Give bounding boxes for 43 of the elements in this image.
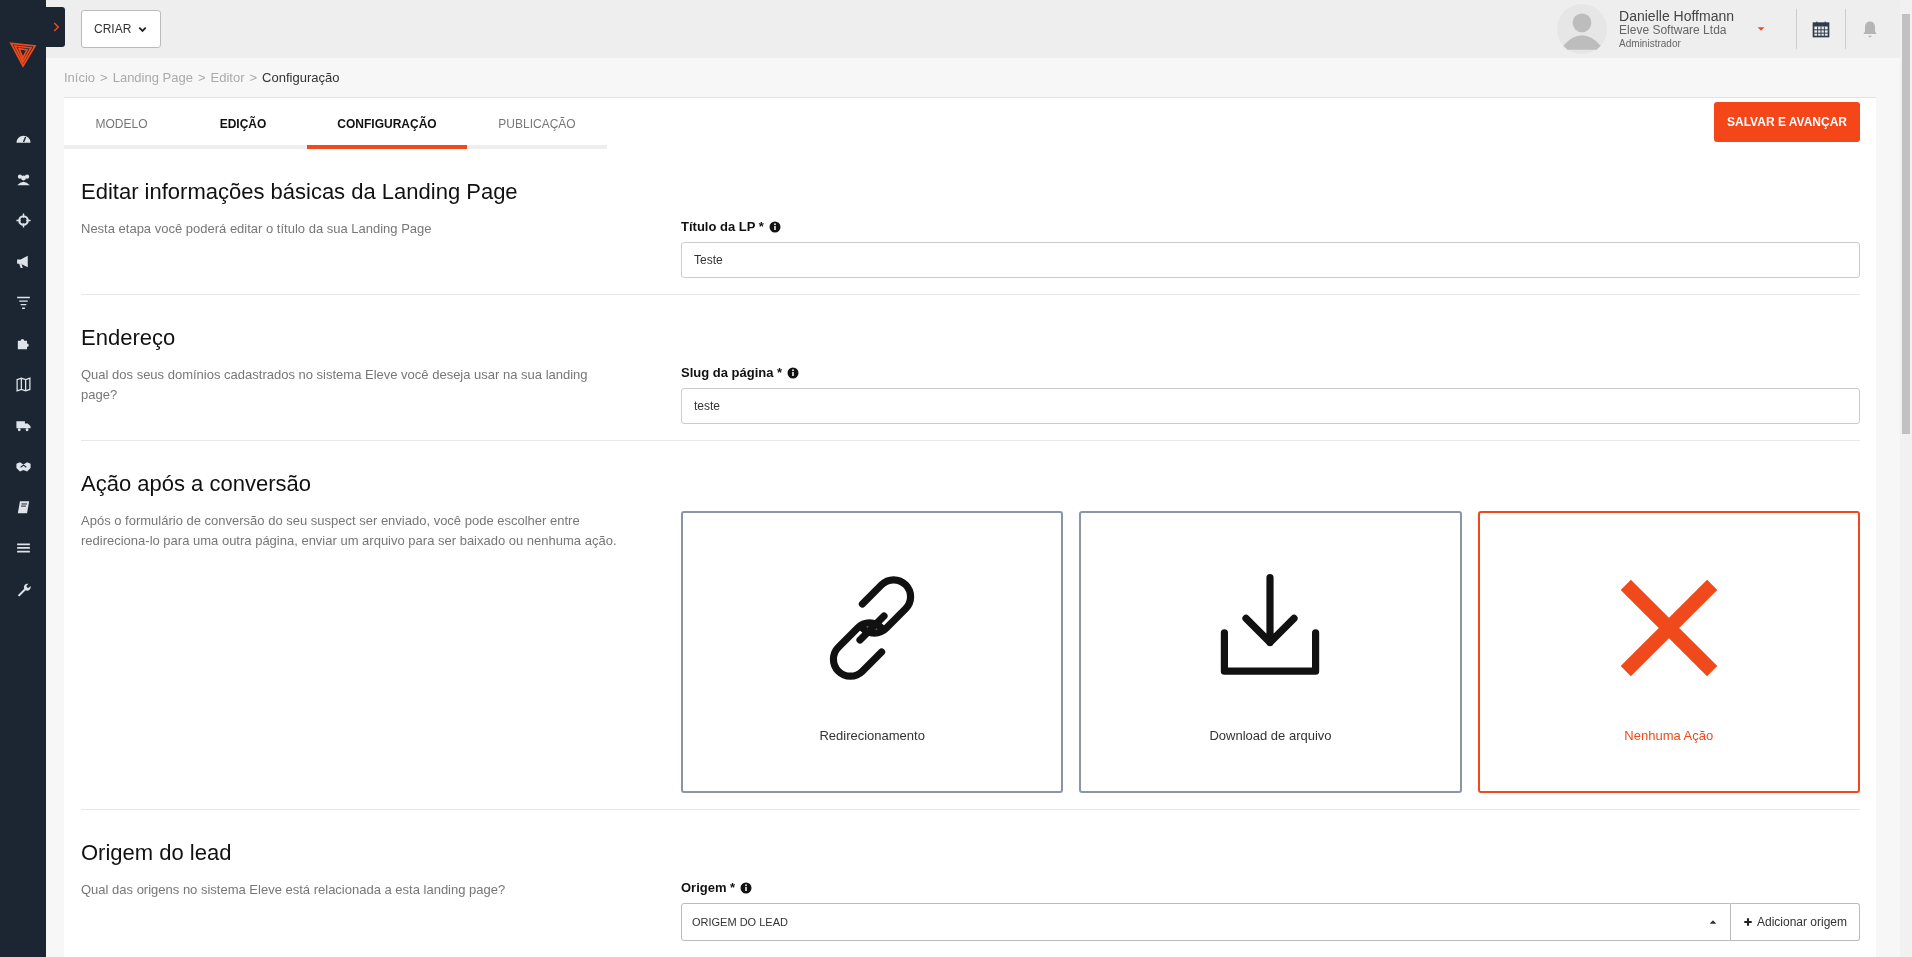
section-description: Nesta etapa você poderá editar o título da sua Landing Page bbox=[81, 220, 433, 238]
user-menu[interactable]: Danielle Hoffmann Eleve Software Ltda Administrador bbox=[1557, 4, 1782, 54]
section-title: Ação após a conversão bbox=[81, 471, 312, 497]
tab[interactable]: CONFIGURAÇÃO bbox=[307, 106, 467, 149]
info-icon[interactable] bbox=[740, 881, 753, 894]
section-title: Endereço bbox=[81, 325, 177, 351]
action-card[interactable]: Download de arquivo bbox=[1079, 511, 1462, 793]
map-icon[interactable] bbox=[14, 376, 32, 393]
funnel-icon[interactable] bbox=[14, 294, 32, 311]
text-field[interactable]: Teste bbox=[681, 242, 1860, 278]
info-icon[interactable] bbox=[768, 220, 781, 233]
breadcrumb-separator: > bbox=[249, 70, 258, 85]
breadcrumb-separator: > bbox=[100, 70, 108, 85]
section-description: Após o formulário de conversão do seu suspect ser enviado, você pode escolher entre redireciona-lo para uma outra página, enviar um arquivo para ser baixado ou nenhuma ação. bbox=[81, 512, 618, 550]
avatar-icon bbox=[1557, 4, 1608, 54]
section-description: Qual dos seus domínios cadastrados no sistema Eleve você deseja usar na sua landing page? bbox=[81, 366, 589, 404]
crosshair-icon[interactable] bbox=[14, 212, 32, 229]
tab[interactable]: MODELO bbox=[64, 106, 179, 149]
create-button[interactable]: CRIAR bbox=[81, 10, 162, 48]
section-description: Qual das origens no sistema Eleve está relacionada a esta landing page? bbox=[81, 881, 507, 899]
tab[interactable]: EDIÇÃO bbox=[179, 106, 307, 149]
field-label: Slug da página * bbox=[681, 365, 783, 380]
info-icon[interactable] bbox=[787, 366, 800, 379]
add-origin-button[interactable]: Adicionar origem bbox=[1730, 903, 1860, 941]
field-label: Origem * bbox=[681, 880, 736, 895]
user-role: Administrador bbox=[1619, 38, 1682, 50]
text-field[interactable]: teste bbox=[681, 388, 1860, 424]
section-title: Origem do lead bbox=[81, 840, 233, 866]
field-label: Título da LP * bbox=[681, 219, 764, 234]
action-card[interactable]: Nenhuma Ação bbox=[1477, 511, 1860, 793]
select-field[interactable]: ORIGEM DO LEAD bbox=[681, 903, 1731, 941]
tab[interactable]: PUBLICAÇÃO bbox=[467, 106, 607, 149]
breadcrumb-separator: > bbox=[197, 70, 206, 85]
plus-icon bbox=[1742, 917, 1753, 927]
expand-button[interactable] bbox=[46, 7, 65, 47]
company-name: Eleve Software Ltda bbox=[1619, 24, 1728, 39]
scrollbar[interactable] bbox=[1900, 0, 1912, 957]
breadcrumb-current: Configuração bbox=[262, 70, 340, 85]
save-button[interactable]: SALVAR E AVANÇAR bbox=[1714, 102, 1860, 142]
section-title: Editar informações básicas da Landing Page bbox=[81, 179, 519, 205]
calendar-icon[interactable] bbox=[1811, 19, 1831, 39]
user-name: Danielle Hoffmann bbox=[1619, 8, 1734, 25]
action-card[interactable]: Redirecionamento bbox=[681, 511, 1064, 793]
